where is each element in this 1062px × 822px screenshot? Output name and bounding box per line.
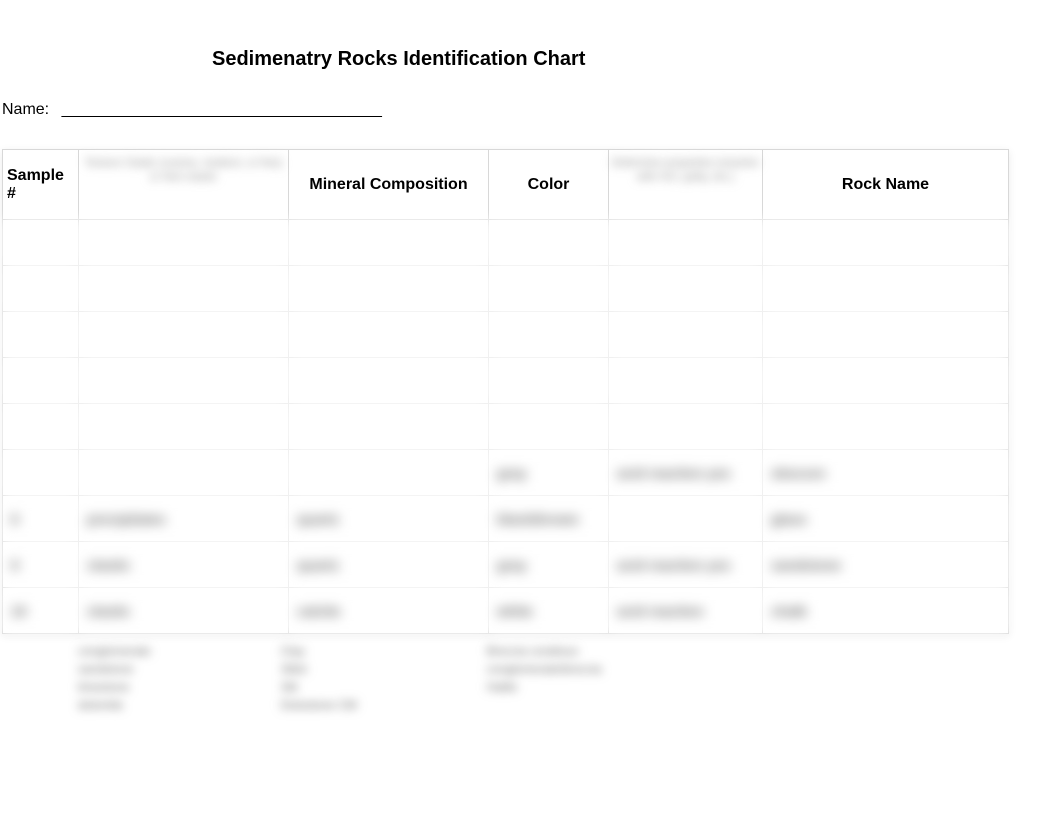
cell-distinct[interactable]: acid reaction yes (609, 450, 763, 496)
cell-mineral[interactable] (289, 358, 489, 404)
table-row (3, 266, 1009, 312)
cell-color[interactable] (489, 266, 609, 312)
cell-distinct[interactable] (609, 220, 763, 266)
cell-rockname[interactable] (763, 312, 1009, 358)
identification-table: Sample # Texture Clastic (coarse, medium… (2, 149, 1009, 634)
table-row: 9 clastic quartz gray acid reaction yes … (3, 542, 1009, 588)
footer-notes: conglomerate sandstone limestone dolomit… (2, 634, 1060, 714)
cell-sample[interactable] (3, 450, 79, 496)
cell-mineral[interactable]: calcite (289, 588, 489, 634)
cell-distinct[interactable] (609, 404, 763, 450)
cell-sample[interactable] (3, 312, 79, 358)
cell-color[interactable]: black/brown (489, 496, 609, 542)
cell-texture[interactable] (79, 450, 289, 496)
cell-sample[interactable] (3, 358, 79, 404)
cell-texture[interactable]: clastic (79, 588, 289, 634)
cell-color[interactable] (489, 404, 609, 450)
table-body: gray acid reaction yes obscure 6 precipi… (3, 220, 1009, 634)
cell-texture[interactable] (79, 312, 289, 358)
table-row: 10 clastic calcite white acid reaction c… (3, 588, 1009, 634)
table-row (3, 404, 1009, 450)
cell-sample[interactable] (3, 404, 79, 450)
cell-mineral[interactable] (289, 312, 489, 358)
cell-sample[interactable]: 10 (3, 588, 79, 634)
table-row (3, 220, 1009, 266)
header-mineral: Mineral Composition (289, 150, 489, 220)
cell-texture[interactable] (79, 266, 289, 312)
cell-sample[interactable]: 6 (3, 496, 79, 542)
cell-distinct[interactable]: acid reaction (609, 588, 763, 634)
name-field-row: Name: __________________________________… (0, 71, 1062, 119)
header-sample: Sample # (3, 150, 79, 220)
cell-color[interactable]: gray (489, 450, 609, 496)
cell-rockname[interactable]: glass (763, 496, 1009, 542)
footer-col-1: conglomerate sandstone limestone dolomit… (78, 642, 151, 714)
page-title: Sedimenatry Rocks Identification Chart (0, 0, 1062, 71)
cell-sample[interactable] (3, 266, 79, 312)
cell-texture[interactable] (79, 404, 289, 450)
header-color: Color (489, 150, 609, 220)
cell-color[interactable]: gray (489, 542, 609, 588)
cell-rockname[interactable] (763, 404, 1009, 450)
cell-texture[interactable] (79, 220, 289, 266)
footer-col-3: Breccia coralious conglomerate/breccia H… (487, 642, 602, 714)
table-row: 6 precipitates quartz black/brown glass (3, 496, 1009, 542)
table-wrapper: Sample # Texture Clastic (coarse, medium… (0, 149, 1062, 714)
cell-sample[interactable]: 9 (3, 542, 79, 588)
cell-distinct[interactable] (609, 312, 763, 358)
cell-mineral[interactable] (289, 404, 489, 450)
cell-color[interactable] (489, 312, 609, 358)
cell-texture[interactable]: clastic (79, 542, 289, 588)
header-rockname: Rock Name (763, 150, 1009, 220)
cell-distinct[interactable] (609, 266, 763, 312)
cell-texture[interactable] (79, 358, 289, 404)
cell-mineral[interactable] (289, 450, 489, 496)
cell-texture[interactable]: precipitates (79, 496, 289, 542)
cell-sample[interactable] (3, 220, 79, 266)
footer-col-2: Clay Siltst Silt Dolostone CM (281, 642, 357, 714)
cell-rockname[interactable]: sandstone (763, 542, 1009, 588)
cell-mineral[interactable]: quartz (289, 542, 489, 588)
name-label: Name: (2, 101, 49, 119)
header-distinct: Distinctive properties (reaction with HC… (609, 150, 763, 220)
cell-rockname[interactable] (763, 266, 1009, 312)
table-row (3, 358, 1009, 404)
cell-color[interactable] (489, 358, 609, 404)
table-row (3, 312, 1009, 358)
cell-rockname[interactable]: obscure (763, 450, 1009, 496)
cell-color[interactable] (489, 220, 609, 266)
cell-rockname[interactable] (763, 358, 1009, 404)
cell-distinct[interactable]: acid reaction yes (609, 542, 763, 588)
cell-rockname[interactable] (763, 220, 1009, 266)
name-blank-line[interactable]: ____________________________________ (62, 101, 382, 119)
cell-mineral[interactable] (289, 220, 489, 266)
cell-color[interactable]: white (489, 588, 609, 634)
cell-distinct[interactable] (609, 496, 763, 542)
cell-mineral[interactable] (289, 266, 489, 312)
header-texture: Texture Clastic (coarse, medium, or fine… (79, 150, 289, 220)
cell-rockname[interactable]: chalk (763, 588, 1009, 634)
cell-distinct[interactable] (609, 358, 763, 404)
cell-mineral[interactable]: quartz (289, 496, 489, 542)
table-row: gray acid reaction yes obscure (3, 450, 1009, 496)
table-header-row: Sample # Texture Clastic (coarse, medium… (3, 150, 1009, 220)
